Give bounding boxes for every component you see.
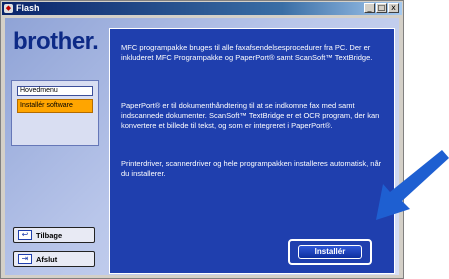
menu-item-hovedmenu[interactable]: Hovedmenu	[17, 86, 93, 96]
back-label: Tilbage	[36, 231, 63, 240]
window-controls: _ □ x	[364, 3, 399, 13]
maximize-button[interactable]: □	[376, 3, 387, 13]
exit-label: Afslut	[36, 255, 58, 264]
minimize-button[interactable]: _	[364, 3, 375, 13]
side-menu: Hovedmenu Installér software	[11, 80, 99, 146]
info-paragraph-3: Printerdriver, scannerdriver og hele pro…	[121, 159, 382, 178]
info-panel: MFC programpakke bruges til alle faxafse…	[109, 28, 395, 274]
exit-door-icon: ⇥	[18, 254, 32, 264]
flash-app-icon: ◆	[4, 4, 13, 13]
application-window: ◆ Flash _ □ x brother. Hovedmenu Install…	[0, 0, 404, 279]
install-button[interactable]: Installér	[298, 245, 362, 259]
pointer-arrow-icon	[376, 150, 449, 220]
title-bar: ◆ Flash _ □ x	[2, 2, 402, 15]
back-arrow-icon: ↩	[18, 230, 32, 240]
info-paragraph-1: MFC programpakke bruges til alle faxafse…	[121, 43, 373, 62]
content-area: brother. Hovedmenu Installér software MF…	[5, 18, 399, 275]
info-paragraph-2: PaperPort® er til dokumenthåndtering til…	[121, 101, 380, 130]
menu-item-installer-software[interactable]: Installér software	[17, 99, 93, 113]
exit-button[interactable]: ⇥ Afslut	[13, 251, 95, 267]
brand-logo: brother.	[13, 28, 99, 55]
window-title: Flash	[16, 3, 40, 13]
close-button[interactable]: x	[388, 3, 399, 13]
back-button[interactable]: ↩ Tilbage	[13, 227, 95, 243]
